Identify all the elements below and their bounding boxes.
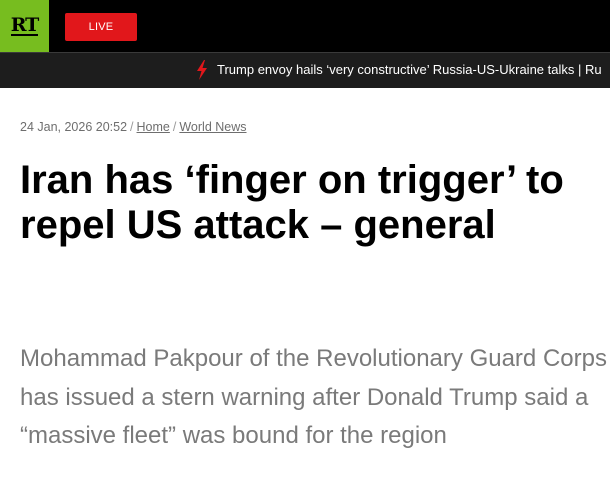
breadcrumb-section-link[interactable]: World News xyxy=(179,120,246,134)
article-summary: Mohammad Pakpour of the Revolutionary Gu… xyxy=(20,345,607,449)
ticker-headline[interactable]: Trump envoy hails ‘very constructive’ Ru… xyxy=(217,53,602,87)
article-datetime: 24 Jan, 2026 20:52 xyxy=(20,120,128,134)
breadcrumb-separator: / xyxy=(172,120,177,134)
top-navigation-bar: RT LIVE xyxy=(0,0,610,52)
breadcrumb: 24 Jan, 2026 20:52/Home / World News xyxy=(20,120,247,134)
breadcrumb-separator: / xyxy=(130,120,134,134)
article-title: Iran has ‘finger on trigger’ to repel US… xyxy=(20,158,564,247)
rt-logo[interactable]: RT xyxy=(0,0,49,52)
news-ticker[interactable]: Trump envoy hails ‘very constructive’ Ru… xyxy=(0,52,610,88)
lightning-bolt-icon xyxy=(197,60,207,80)
live-button[interactable]: LIVE xyxy=(65,13,137,41)
logo-text: RT xyxy=(10,14,39,36)
breadcrumb-home-link[interactable]: Home xyxy=(137,120,170,134)
